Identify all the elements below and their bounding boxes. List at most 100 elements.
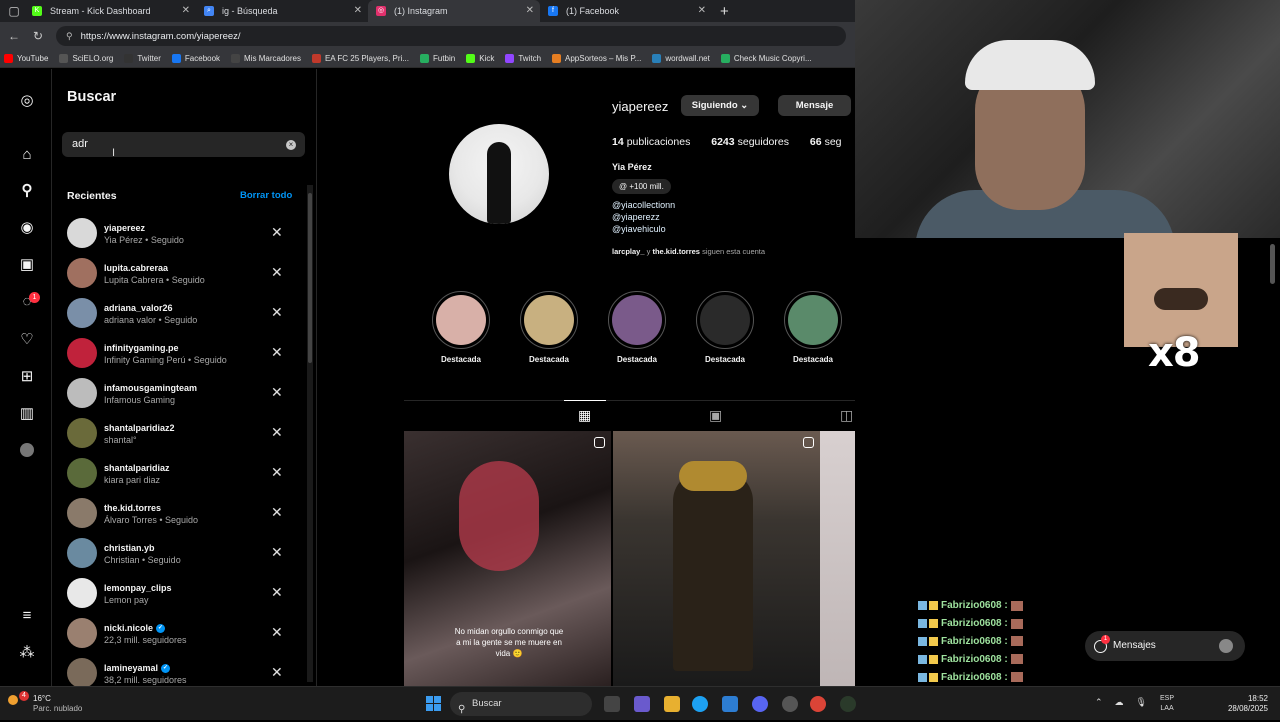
store-icon[interactable]: [722, 696, 738, 712]
recent-item[interactable]: shantalparidiaz2 shantal° ✕: [52, 414, 302, 454]
recent-item[interactable]: infinitygaming.pe Infinity Gaming Perú • …: [52, 334, 302, 374]
search-input[interactable]: adr ×: [62, 132, 305, 157]
tab-close-icon[interactable]: ✕: [354, 5, 362, 16]
tab-close-icon[interactable]: ✕: [182, 5, 190, 16]
dashboard-icon[interactable]: ▥: [18, 405, 36, 423]
search-icon[interactable]: ⚲: [18, 182, 36, 200]
remove-recent-icon[interactable]: ✕: [271, 304, 283, 321]
app-icon[interactable]: [782, 696, 798, 712]
profile-avatar[interactable]: [20, 443, 34, 457]
tab-close-icon[interactable]: ✕: [698, 5, 706, 16]
language-indicator[interactable]: ESP LAA: [1160, 694, 1174, 714]
onedrive-icon[interactable]: ☁: [1115, 697, 1124, 708]
recent-item[interactable]: lemonpay_clips Lemon pay ✕: [52, 574, 302, 614]
bookmark-item[interactable]: Kick: [466, 54, 494, 63]
recent-item[interactable]: christian.yb Christian • Seguido ✕: [52, 534, 302, 574]
home-icon[interactable]: ⌂: [18, 146, 36, 164]
bio-link[interactable]: @yiacollectionn: [612, 199, 675, 211]
notifications-heart-icon[interactable]: ♡: [18, 331, 36, 349]
remove-recent-icon[interactable]: ✕: [271, 664, 283, 681]
clock[interactable]: 18:52 28/08/2025: [1218, 694, 1268, 714]
post-thumbnail[interactable]: [613, 431, 820, 686]
url-field[interactable]: ⚲ https://www.instagram.com/yiapereez/: [56, 26, 846, 46]
copilot-icon[interactable]: [634, 696, 650, 712]
bookmark-item[interactable]: YouTube: [4, 54, 48, 63]
new-tab-button[interactable]: +: [720, 3, 729, 20]
back-icon[interactable]: ←: [4, 29, 24, 43]
remove-recent-icon[interactable]: ✕: [271, 544, 283, 561]
followers-label[interactable]: seguidores: [738, 136, 789, 148]
file-explorer-icon[interactable]: [664, 696, 680, 712]
tab-menu-icon[interactable]: ▢: [4, 4, 24, 18]
story-highlight[interactable]: Destacada: [607, 291, 667, 364]
bookmark-item[interactable]: SciELO.org: [59, 54, 113, 63]
clear-search-icon[interactable]: ×: [286, 140, 296, 150]
chrome-icon[interactable]: [810, 696, 826, 712]
meta-apps-icon[interactable]: ⁂: [18, 644, 36, 662]
remove-recent-icon[interactable]: ✕: [271, 224, 283, 241]
tray-overflow-icon[interactable]: ⌃: [1095, 697, 1103, 708]
page-scrollbar-thumb[interactable]: [1270, 244, 1275, 284]
story-highlight[interactable]: Destacada: [783, 291, 843, 364]
bio-link[interactable]: @yiavehiculo: [612, 223, 675, 235]
browser-tab[interactable]: ◎ (1) Instagram ✕: [368, 0, 540, 22]
bookmark-item[interactable]: Twitter: [124, 54, 161, 63]
bio-link[interactable]: @yiaperezz: [612, 211, 675, 223]
threads-badge[interactable]: @ +100 mill.: [612, 179, 671, 194]
recent-item[interactable]: yiapereez Yia Pérez • Seguido ✕: [52, 214, 302, 254]
bookmark-item[interactable]: Futbin: [419, 54, 455, 63]
recent-item[interactable]: lupita.cabreraa Lupita Cabrera • Seguido ✕: [52, 254, 302, 294]
recent-item[interactable]: infamousgamingteam Infamous Gaming ✕: [52, 374, 302, 414]
instagram-logo-icon[interactable]: ◎: [18, 92, 36, 110]
recent-scrollbar[interactable]: [307, 185, 313, 682]
browser-tab[interactable]: K Stream - Kick Dashboard ✕: [24, 0, 196, 22]
remove-recent-icon[interactable]: ✕: [271, 584, 283, 601]
browser-tab[interactable]: f (1) Facebook ✕: [540, 0, 712, 22]
message-button[interactable]: Mensaje: [778, 95, 851, 116]
bookmark-item[interactable]: Mis Marcadores: [231, 54, 301, 63]
bookmark-item[interactable]: AppSorteos – Mis P...: [552, 54, 641, 63]
recent-item[interactable]: shantalparidiaz kiara pari diaz ✕: [52, 454, 302, 494]
following-label[interactable]: seg: [825, 136, 842, 148]
clear-all-button[interactable]: Borrar todo: [240, 190, 292, 201]
bookmark-item[interactable]: Check Music Copyri...: [720, 54, 812, 63]
bookmark-item[interactable]: EA FC 25 Players, Pri...: [311, 54, 409, 63]
followers-count[interactable]: 6243: [711, 136, 734, 148]
recent-item[interactable]: the.kid.torres Álvaro Torres • Seguido ✕: [52, 494, 302, 534]
edge-icon[interactable]: [692, 696, 708, 712]
tab-tagged-icon[interactable]: ◫: [840, 407, 853, 424]
following-button[interactable]: Siguiendo ⌄: [681, 95, 759, 116]
post-thumbnail[interactable]: No midan orgullo conmigo que a mi la gen…: [404, 431, 611, 686]
create-icon[interactable]: ⊞: [18, 368, 36, 386]
windows-start-icon[interactable]: [426, 696, 441, 711]
recent-item[interactable]: adriana_valor26 adriana valor • Seguido ✕: [52, 294, 302, 334]
story-highlight[interactable]: Destacada: [695, 291, 755, 364]
task-view-icon[interactable]: [604, 696, 620, 712]
weather-icon[interactable]: [8, 695, 18, 705]
remove-recent-icon[interactable]: ✕: [271, 384, 283, 401]
taskbar-search[interactable]: ⚲ Buscar: [450, 692, 592, 716]
discord-icon[interactable]: [752, 696, 768, 712]
story-highlight[interactable]: Destacada: [519, 291, 579, 364]
remove-recent-icon[interactable]: ✕: [271, 504, 283, 521]
site-info-icon[interactable]: ⚲: [66, 31, 73, 42]
obs-icon[interactable]: [840, 696, 856, 712]
remove-recent-icon[interactable]: ✕: [271, 424, 283, 441]
story-highlight[interactable]: Destacada: [431, 291, 491, 364]
tab-posts-grid-icon[interactable]: ▦: [578, 407, 591, 424]
reload-icon[interactable]: ↻: [28, 29, 48, 43]
recent-item[interactable]: nicki.nicole ✓ 22,3 mill. seguidores ✕: [52, 614, 302, 654]
remove-recent-icon[interactable]: ✕: [271, 464, 283, 481]
tab-reels-icon[interactable]: ▣: [709, 407, 722, 424]
followed-by[interactable]: larcplay_ y the.kid.torres siguen esta c…: [612, 247, 765, 256]
browser-tab[interactable]: ⌕ ig - Búsqueda ✕: [196, 0, 368, 22]
remove-recent-icon[interactable]: ✕: [271, 624, 283, 641]
explore-icon[interactable]: ◉: [18, 219, 36, 237]
messages-button[interactable]: 1 Mensajes: [1085, 631, 1245, 661]
bookmark-item[interactable]: Facebook: [171, 54, 220, 63]
more-menu-icon[interactable]: ≡: [18, 607, 36, 625]
bookmark-item[interactable]: wordwall.net: [652, 54, 710, 63]
mic-icon[interactable]: 🎙: [1136, 697, 1147, 708]
remove-recent-icon[interactable]: ✕: [271, 264, 283, 281]
following-count[interactable]: 66: [810, 136, 822, 148]
